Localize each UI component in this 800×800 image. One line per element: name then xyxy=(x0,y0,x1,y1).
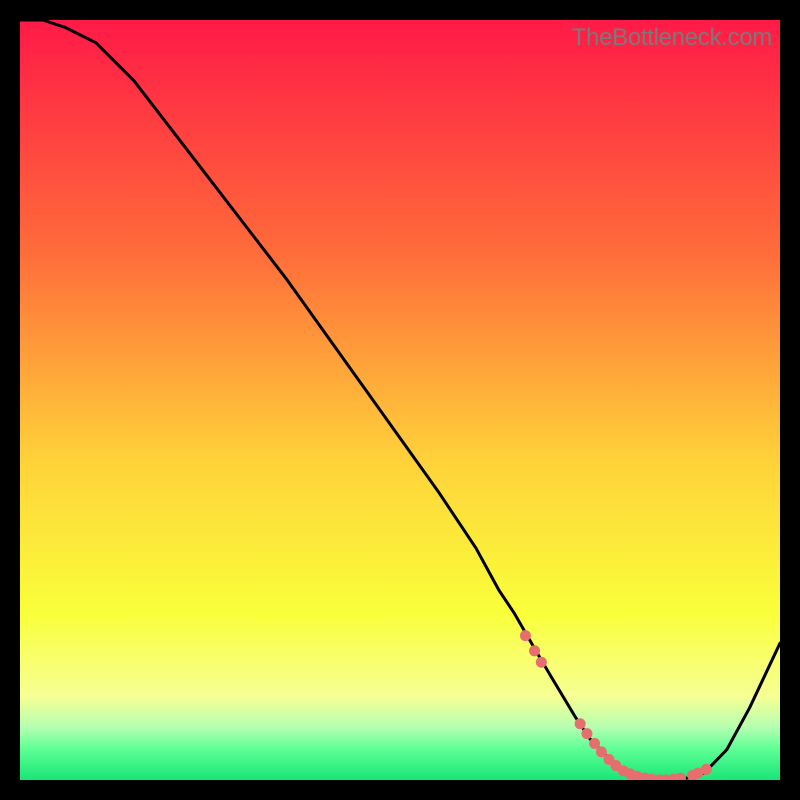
curve-marker xyxy=(575,718,586,729)
gradient-background xyxy=(20,20,780,780)
chart-svg xyxy=(20,20,780,780)
curve-marker xyxy=(529,645,540,656)
curve-marker xyxy=(536,657,547,668)
curve-marker xyxy=(520,630,531,641)
watermark-text: TheBottleneck.com xyxy=(572,24,772,52)
curve-marker xyxy=(701,764,712,775)
curve-marker xyxy=(581,728,592,739)
chart-frame: TheBottleneck.com xyxy=(20,20,780,780)
